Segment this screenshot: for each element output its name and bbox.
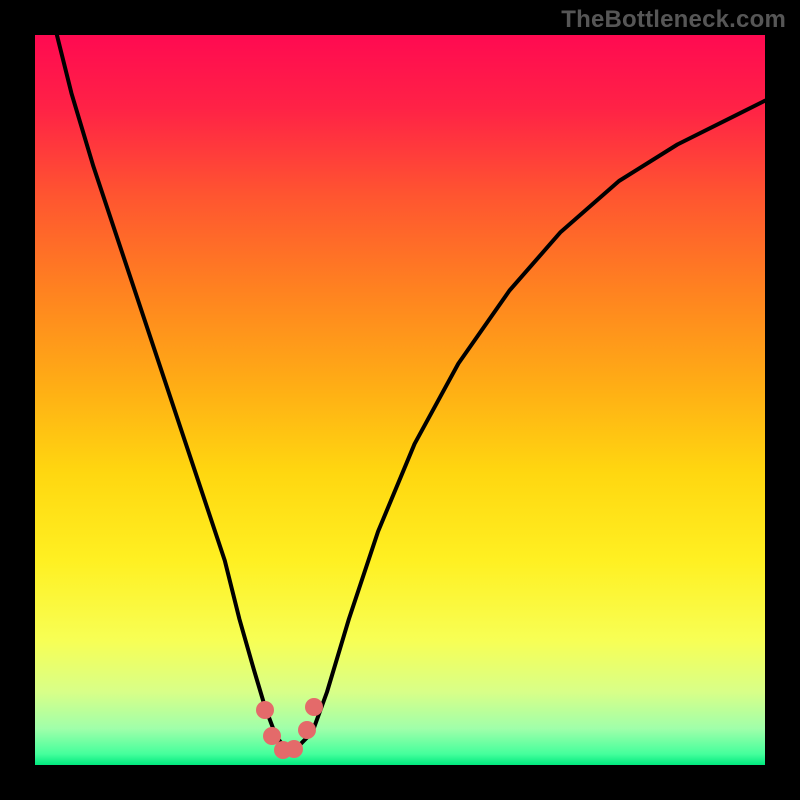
bottleneck-curve <box>35 35 765 765</box>
curve-marker <box>285 740 303 758</box>
curve-marker <box>256 701 274 719</box>
chart-frame: TheBottleneck.com <box>0 0 800 800</box>
watermark-text: TheBottleneck.com <box>561 6 786 34</box>
curve-marker <box>298 721 316 739</box>
plot-area <box>35 35 765 765</box>
curve-marker <box>305 698 323 716</box>
